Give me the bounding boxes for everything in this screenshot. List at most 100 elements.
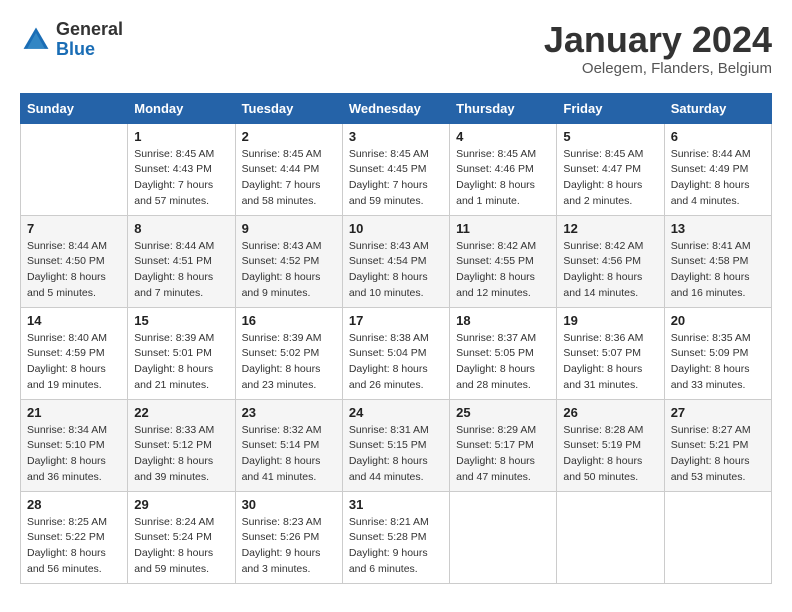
day-number: 20 [671, 313, 765, 328]
calendar-cell: 18 Sunrise: 8:37 AMSunset: 5:05 PMDayligh… [450, 307, 557, 399]
col-header-wednesday: Wednesday [342, 93, 449, 123]
calendar-cell [664, 491, 771, 583]
day-number: 25 [456, 405, 550, 420]
page-header: General Blue January 2024 Oelegem, Fland… [20, 20, 772, 77]
calendar-cell: 28 Sunrise: 8:25 AMSunset: 5:22 PMDayligh… [21, 491, 128, 583]
day-number: 21 [27, 405, 121, 420]
day-info: Sunrise: 8:44 AMSunset: 4:50 PMDaylight:… [27, 239, 121, 302]
day-info: Sunrise: 8:29 AMSunset: 5:17 PMDaylight:… [456, 423, 550, 486]
day-info: Sunrise: 8:23 AMSunset: 5:26 PMDaylight:… [242, 515, 336, 578]
calendar-cell: 29 Sunrise: 8:24 AMSunset: 5:24 PMDayligh… [128, 491, 235, 583]
day-number: 22 [134, 405, 228, 420]
day-info: Sunrise: 8:21 AMSunset: 5:28 PMDaylight:… [349, 515, 443, 578]
calendar-header-row: SundayMondayTuesdayWednesdayThursdayFrid… [21, 93, 772, 123]
col-header-tuesday: Tuesday [235, 93, 342, 123]
day-number: 28 [27, 497, 121, 512]
day-info: Sunrise: 8:36 AMSunset: 5:07 PMDaylight:… [563, 331, 657, 394]
day-info: Sunrise: 8:45 AMSunset: 4:45 PMDaylight:… [349, 147, 443, 210]
day-info: Sunrise: 8:44 AMSunset: 4:49 PMDaylight:… [671, 147, 765, 210]
day-number: 24 [349, 405, 443, 420]
day-number: 1 [134, 129, 228, 144]
day-number: 12 [563, 221, 657, 236]
day-info: Sunrise: 8:42 AMSunset: 4:55 PMDaylight:… [456, 239, 550, 302]
calendar-cell: 7 Sunrise: 8:44 AMSunset: 4:50 PMDaylight… [21, 215, 128, 307]
day-number: 17 [349, 313, 443, 328]
calendar-cell: 3 Sunrise: 8:45 AMSunset: 4:45 PMDaylight… [342, 123, 449, 215]
day-number: 15 [134, 313, 228, 328]
calendar-week-row: 28 Sunrise: 8:25 AMSunset: 5:22 PMDayligh… [21, 491, 772, 583]
logo-icon [20, 24, 52, 56]
day-info: Sunrise: 8:33 AMSunset: 5:12 PMDaylight:… [134, 423, 228, 486]
location-text: Oelegem, Flanders, Belgium [544, 60, 772, 77]
calendar-cell: 1 Sunrise: 8:45 AMSunset: 4:43 PMDaylight… [128, 123, 235, 215]
day-number: 27 [671, 405, 765, 420]
day-info: Sunrise: 8:38 AMSunset: 5:04 PMDaylight:… [349, 331, 443, 394]
calendar-cell: 6 Sunrise: 8:44 AMSunset: 4:49 PMDaylight… [664, 123, 771, 215]
calendar-cell: 31 Sunrise: 8:21 AMSunset: 5:28 PMDayligh… [342, 491, 449, 583]
calendar-cell: 2Sunrise: 8:45 AMSunset: 4:44 PMDaylight… [235, 123, 342, 215]
col-header-saturday: Saturday [664, 93, 771, 123]
calendar-cell: 15 Sunrise: 8:39 AMSunset: 5:01 PMDayligh… [128, 307, 235, 399]
day-number: 26 [563, 405, 657, 420]
title-block: January 2024 Oelegem, Flanders, Belgium [544, 20, 772, 77]
logo: General Blue [20, 20, 123, 60]
day-number: 31 [349, 497, 443, 512]
calendar-cell: 22 Sunrise: 8:33 AMSunset: 5:12 PMDayligh… [128, 399, 235, 491]
calendar-cell: 26Sunrise: 8:28 AMSunset: 5:19 PMDayligh… [557, 399, 664, 491]
day-number: 3 [349, 129, 443, 144]
logo-general-text: General [56, 20, 123, 40]
day-number: 11 [456, 221, 550, 236]
calendar-cell: 19 Sunrise: 8:36 AMSunset: 5:07 PMDayligh… [557, 307, 664, 399]
day-number: 8 [134, 221, 228, 236]
day-info: Sunrise: 8:34 AMSunset: 5:10 PMDaylight:… [27, 423, 121, 486]
calendar-cell: 8 Sunrise: 8:44 AMSunset: 4:51 PMDaylight… [128, 215, 235, 307]
day-number: 16 [242, 313, 336, 328]
calendar-week-row: 14 Sunrise: 8:40 AMSunset: 4:59 PMDayligh… [21, 307, 772, 399]
calendar-cell: 27 Sunrise: 8:27 AMSunset: 5:21 PMDayligh… [664, 399, 771, 491]
day-info: Sunrise: 8:42 AMSunset: 4:56 PMDaylight:… [563, 239, 657, 302]
day-info: Sunrise: 8:45 AMSunset: 4:44 PMDaylight:… [242, 147, 336, 210]
day-info: Sunrise: 8:44 AMSunset: 4:51 PMDaylight:… [134, 239, 228, 302]
logo-text: General Blue [56, 20, 123, 60]
day-info: Sunrise: 8:39 AMSunset: 5:02 PMDaylight:… [242, 331, 336, 394]
calendar-cell: 12 Sunrise: 8:42 AMSunset: 4:56 PMDayligh… [557, 215, 664, 307]
day-number: 14 [27, 313, 121, 328]
day-number: 29 [134, 497, 228, 512]
calendar-week-row: 21 Sunrise: 8:34 AMSunset: 5:10 PMDayligh… [21, 399, 772, 491]
calendar-week-row: 1 Sunrise: 8:45 AMSunset: 4:43 PMDaylight… [21, 123, 772, 215]
day-number: 19 [563, 313, 657, 328]
col-header-sunday: Sunday [21, 93, 128, 123]
day-number: 18 [456, 313, 550, 328]
day-number: 10 [349, 221, 443, 236]
day-info: Sunrise: 8:35 AMSunset: 5:09 PMDaylight:… [671, 331, 765, 394]
calendar-cell: 9Sunrise: 8:43 AMSunset: 4:52 PMDaylight… [235, 215, 342, 307]
day-number: 6 [671, 129, 765, 144]
calendar-cell: 24 Sunrise: 8:31 AMSunset: 5:15 PMDayligh… [342, 399, 449, 491]
calendar-cell: 10 Sunrise: 8:43 AMSunset: 4:54 PMDayligh… [342, 215, 449, 307]
calendar-cell [21, 123, 128, 215]
day-info: Sunrise: 8:39 AMSunset: 5:01 PMDaylight:… [134, 331, 228, 394]
day-info: Sunrise: 8:31 AMSunset: 5:15 PMDaylight:… [349, 423, 443, 486]
col-header-monday: Monday [128, 93, 235, 123]
day-number: 9 [242, 221, 336, 236]
day-info: Sunrise: 8:27 AMSunset: 5:21 PMDaylight:… [671, 423, 765, 486]
day-info: Sunrise: 8:32 AMSunset: 5:14 PMDaylight:… [242, 423, 336, 486]
calendar-cell [450, 491, 557, 583]
day-info: Sunrise: 8:45 AMSunset: 4:43 PMDaylight:… [134, 147, 228, 210]
day-info: Sunrise: 8:24 AMSunset: 5:24 PMDaylight:… [134, 515, 228, 578]
calendar-cell: 14 Sunrise: 8:40 AMSunset: 4:59 PMDayligh… [21, 307, 128, 399]
day-number: 13 [671, 221, 765, 236]
day-info: Sunrise: 8:40 AMSunset: 4:59 PMDaylight:… [27, 331, 121, 394]
day-info: Sunrise: 8:41 AMSunset: 4:58 PMDaylight:… [671, 239, 765, 302]
calendar-table: SundayMondayTuesdayWednesdayThursdayFrid… [20, 93, 772, 584]
day-info: Sunrise: 8:25 AMSunset: 5:22 PMDaylight:… [27, 515, 121, 578]
calendar-cell: 17 Sunrise: 8:38 AMSunset: 5:04 PMDayligh… [342, 307, 449, 399]
day-info: Sunrise: 8:43 AMSunset: 4:54 PMDaylight:… [349, 239, 443, 302]
day-info: Sunrise: 8:37 AMSunset: 5:05 PMDaylight:… [456, 331, 550, 394]
calendar-cell: 13 Sunrise: 8:41 AMSunset: 4:58 PMDayligh… [664, 215, 771, 307]
day-number: 7 [27, 221, 121, 236]
day-number: 30 [242, 497, 336, 512]
calendar-cell: 25 Sunrise: 8:29 AMSunset: 5:17 PMDayligh… [450, 399, 557, 491]
calendar-cell: 21 Sunrise: 8:34 AMSunset: 5:10 PMDayligh… [21, 399, 128, 491]
calendar-week-row: 7 Sunrise: 8:44 AMSunset: 4:50 PMDaylight… [21, 215, 772, 307]
